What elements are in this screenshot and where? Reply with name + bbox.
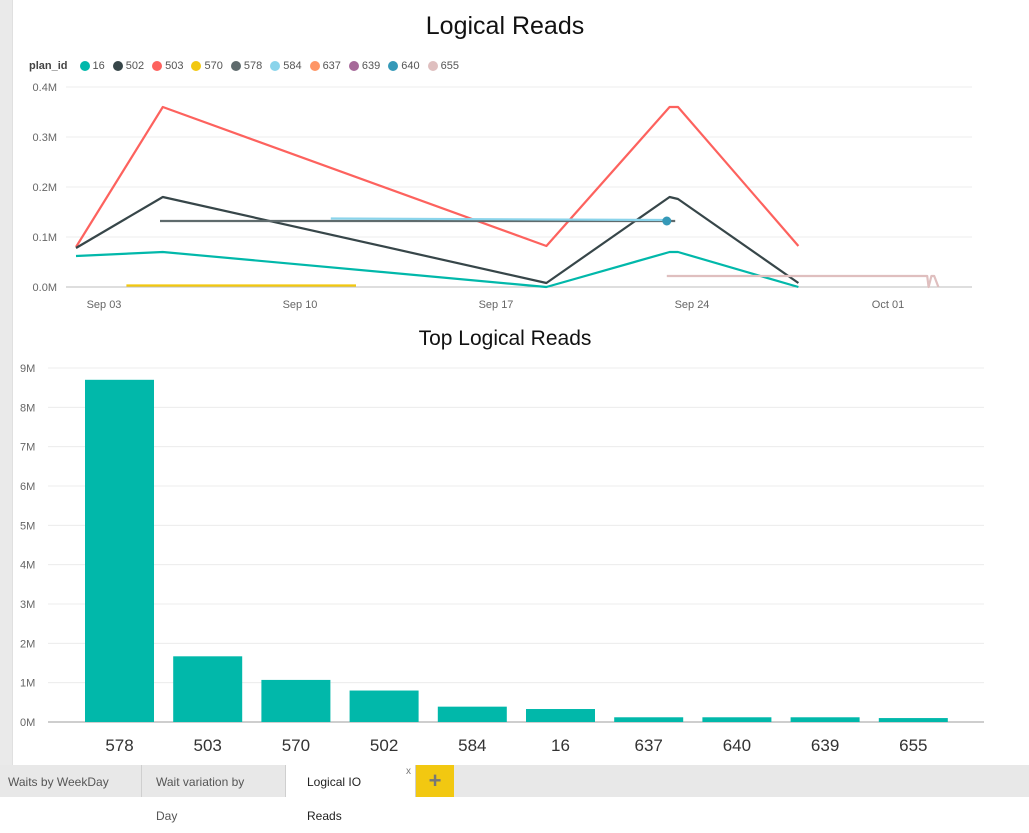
tab-label: Wait variation by Day (156, 775, 245, 823)
y-tick-label: 7M (20, 442, 35, 454)
y-tick-label: 2M (20, 638, 35, 650)
x-category-label: 640 (723, 736, 751, 755)
series-line-16[interactable] (75, 250, 799, 289)
tab-waits-by-weekday[interactable]: Waits by WeekDay (0, 765, 142, 797)
x-category-label: 655 (899, 736, 927, 755)
tab-wait-variation-by-day[interactable]: Wait variation by Day (142, 765, 286, 823)
bar-578[interactable] (85, 379, 154, 722)
bar-637[interactable] (614, 717, 684, 722)
bar-639[interactable] (790, 717, 860, 722)
bar-16[interactable] (526, 709, 595, 722)
y-tick-label: 0.2M (33, 182, 57, 194)
add-page-button[interactable]: + (416, 765, 454, 797)
x-category-label: 502 (370, 736, 398, 755)
y-tick-label: 0.4M (33, 82, 57, 94)
tab-label: Logical IO Reads (307, 775, 362, 823)
y-tick-label: 9M (20, 363, 35, 375)
bar-570[interactable] (261, 679, 331, 722)
page-tabs-bar: Waits by WeekDay Wait variation by Day L… (0, 765, 1029, 823)
x-category-label: 584 (458, 736, 486, 755)
y-tick-label: 0.1M (33, 232, 57, 244)
y-tick-label: 5M (20, 520, 35, 532)
series-line-584[interactable] (330, 217, 667, 222)
plus-icon: + (428, 768, 442, 793)
x-tick-label: Sep 24 (675, 299, 710, 311)
x-tick-label: Sep 03 (87, 299, 122, 311)
y-tick-label: 0M (20, 717, 35, 729)
bar-502[interactable] (349, 690, 419, 722)
series-line-502[interactable] (75, 195, 800, 285)
x-category-label: 639 (811, 736, 839, 755)
tab-logical-io-reads[interactable]: Logical IO Reads x (286, 765, 416, 823)
line-chart: 0.0M 0.1M 0.2M 0.3M 0.4M Sep 03 Sep 10 Sep 17 Se… (33, 82, 972, 311)
tab-label: Waits by WeekDay (8, 775, 109, 789)
bar-584[interactable] (437, 706, 507, 722)
y-tick-label: 4M (20, 560, 35, 572)
y-tick-label: 8M (20, 402, 35, 414)
x-category-label: 578 (105, 736, 133, 755)
y-tick-label: 0.0M (33, 282, 57, 294)
x-tick-label: Sep 17 (479, 299, 514, 311)
x-category-label: 570 (282, 736, 310, 755)
x-category-label: 637 (635, 736, 663, 755)
bar-503[interactable] (173, 656, 243, 722)
x-tick-label: Sep 10 (283, 299, 318, 311)
y-tick-label: 1M (20, 678, 35, 690)
y-tick-label: 3M (20, 599, 35, 611)
y-tick-label: 0.3M (33, 132, 57, 144)
bar-chart: 0M 1M 2M 3M 4M 5M 6M 7M 8M 9M 578 503 570 502 584 16 637… (20, 363, 984, 755)
x-category-label: 16 (551, 736, 570, 755)
bar-655[interactable] (878, 718, 948, 722)
close-tab-icon[interactable]: x (406, 755, 411, 789)
data-point-640[interactable] (662, 216, 672, 226)
series-line-503[interactable] (75, 105, 800, 248)
y-tick-label: 6M (20, 481, 35, 493)
series-line-655[interactable] (666, 274, 940, 289)
bar-640[interactable] (702, 717, 772, 722)
x-category-label: 503 (194, 736, 222, 755)
x-tick-label: Oct 01 (872, 299, 904, 311)
